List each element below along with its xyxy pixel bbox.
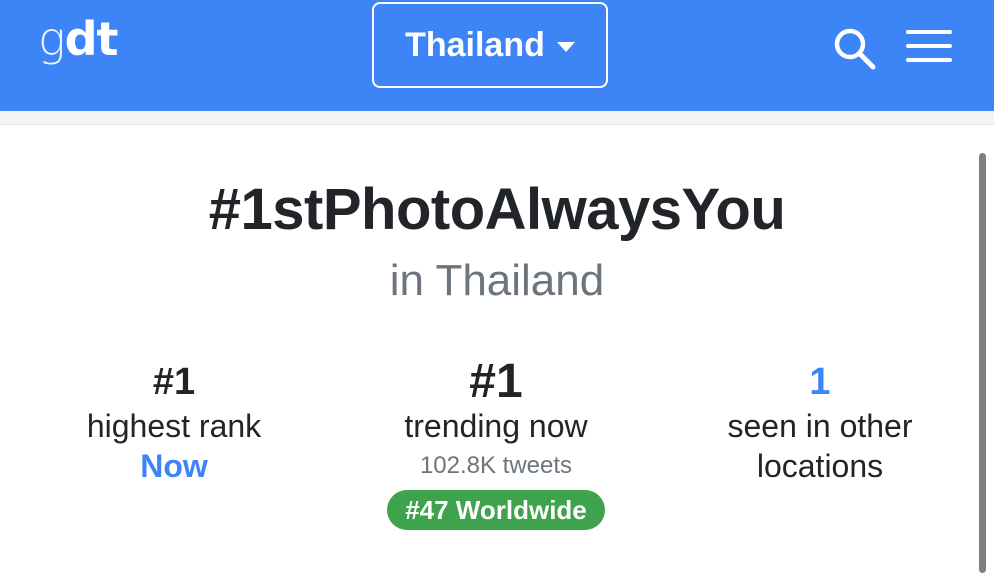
- search-icon: [834, 28, 876, 70]
- country-label: Thailand: [405, 25, 545, 64]
- trend-hashtag-title: #1stPhotoAlwaysYou: [208, 177, 786, 242]
- trending-now-label: trending now: [404, 408, 588, 444]
- hamburger-menu-icon: [906, 30, 952, 62]
- worldwide-rank-badge[interactable]: #47 Worldwide: [387, 490, 605, 530]
- stat-trending-now: #1 trending now 102.8K tweets #47 Worldw…: [356, 358, 636, 530]
- stat-highest-rank: #1 highest rank Now: [34, 358, 314, 486]
- other-locations-label-line1: seen in other: [727, 408, 913, 444]
- highest-rank-value: #1: [152, 361, 196, 403]
- other-locations-count[interactable]: 1: [680, 358, 960, 406]
- caret-down-icon: [556, 42, 575, 52]
- country-dropdown-button[interactable]: Thailand: [372, 2, 608, 88]
- header-divider: [0, 111, 994, 125]
- stat-other-locations: 1 seen in other locations: [680, 358, 960, 486]
- menu-button[interactable]: [906, 30, 952, 64]
- trending-rank-value: #1: [469, 355, 523, 408]
- trend-location-subtitle: in Thailand: [389, 256, 605, 305]
- brand-logo[interactable]: gdt: [38, 12, 119, 66]
- top-navbar: gdt Thailand: [0, 0, 994, 111]
- highest-rank-label: highest rank: [86, 408, 262, 444]
- tweet-count: 102.8K tweets: [419, 452, 573, 479]
- brand-logo-g: g: [38, 12, 66, 66]
- brand-logo-dt: dt: [64, 12, 119, 66]
- highest-rank-when: Now: [140, 448, 208, 484]
- search-button[interactable]: [832, 26, 878, 70]
- other-locations-label-line2: locations: [756, 448, 884, 484]
